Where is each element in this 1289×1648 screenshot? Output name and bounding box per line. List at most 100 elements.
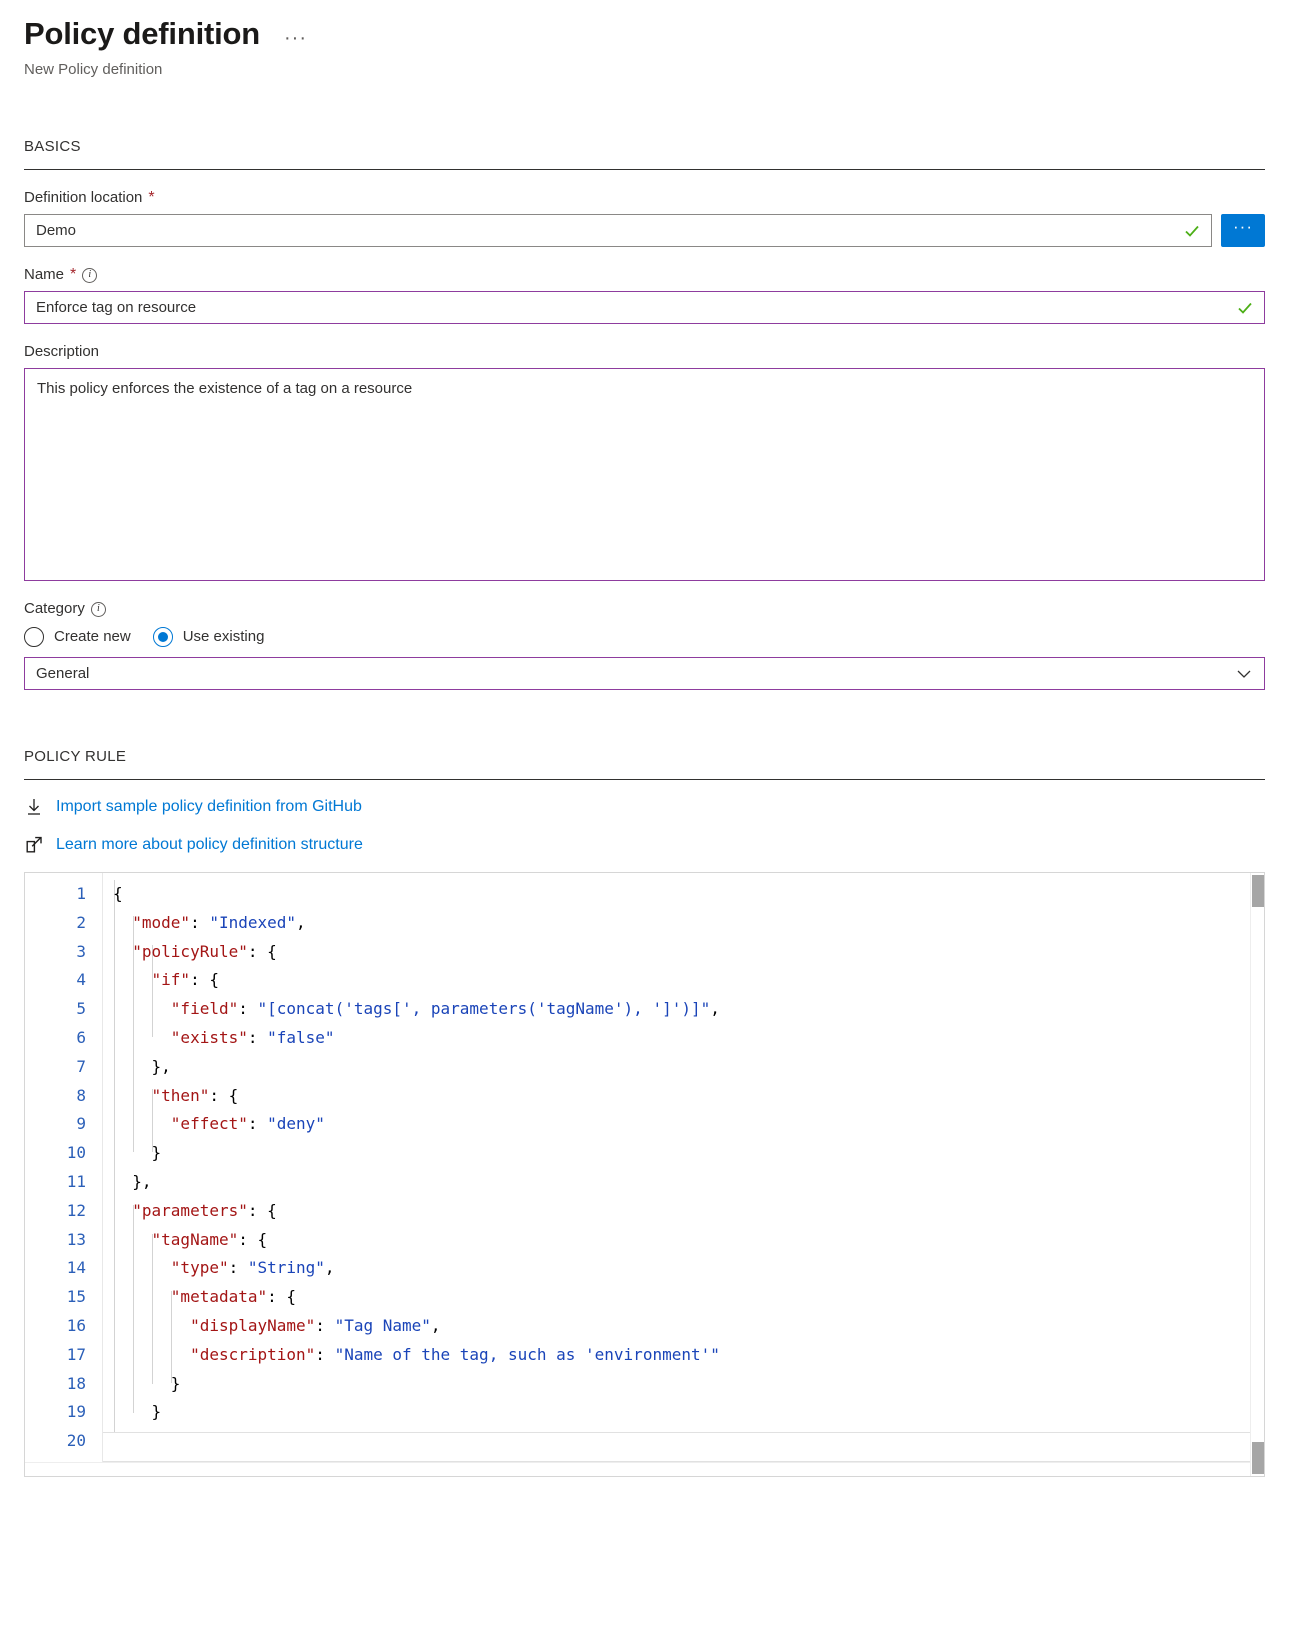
category-selected-value: General	[36, 665, 90, 682]
code-line[interactable]: "policyRule": {	[113, 938, 1264, 967]
code-line[interactable]: "mode": "Indexed",	[113, 909, 1264, 938]
definition-location-label: Definition location	[24, 189, 143, 206]
code-line[interactable]: "if": {	[113, 966, 1264, 995]
code-token: "Name of the tag, such as 'environment'"	[334, 1344, 720, 1364]
line-number: 20	[66, 1431, 86, 1451]
editor-current-line-highlight	[103, 1432, 1250, 1462]
editor-horizontal-scrollbar[interactable]	[25, 1462, 1250, 1476]
code-token: "exists"	[170, 1027, 248, 1047]
name-label: Name	[24, 266, 65, 283]
code-token: "then"	[151, 1085, 210, 1105]
definition-location-field: Definition location * Demo ···	[24, 188, 1265, 247]
description-label-row: Description	[24, 342, 1265, 362]
code-line[interactable]: }	[113, 1398, 1264, 1427]
code-token: ,	[710, 999, 720, 1019]
more-options-button[interactable]: ···	[280, 28, 311, 48]
line-number: 14	[66, 1258, 86, 1278]
name-label-row: Name * i	[24, 265, 1265, 285]
code-token: "type"	[170, 1258, 229, 1278]
code-token: "String"	[247, 1258, 325, 1278]
category-select[interactable]: General	[24, 657, 1265, 690]
learn-more-label: Learn more about policy definition struc…	[56, 836, 363, 853]
definition-location-input[interactable]: Demo	[24, 214, 1212, 247]
scrollbar-thumb-bottom[interactable]	[1252, 1442, 1264, 1474]
required-asterisk: *	[70, 266, 77, 283]
code-token: "tagName"	[151, 1229, 239, 1249]
code-token: : {	[267, 1287, 297, 1307]
form-body: BASICS Definition location * Demo ··· Na…	[0, 138, 1289, 1477]
code-line[interactable]: "then": {	[113, 1082, 1264, 1111]
code-line[interactable]: {	[113, 880, 1264, 909]
radio-label: Use existing	[182, 628, 265, 645]
policy-rule-divider	[24, 779, 1265, 780]
line-number: 5	[76, 999, 86, 1019]
line-number: 11	[66, 1171, 86, 1191]
info-icon[interactable]: i	[90, 601, 106, 617]
browse-definition-location-button[interactable]: ···	[1221, 214, 1265, 247]
code-line[interactable]: "displayName": "Tag Name",	[113, 1312, 1264, 1341]
scrollbar-thumb-top[interactable]	[1252, 875, 1264, 907]
code-token: "parameters"	[132, 1200, 248, 1220]
title-row: Policy definition ···	[24, 14, 1289, 54]
code-token: "Indexed"	[209, 912, 297, 932]
code-line[interactable]: "field": "[concat('tags[', parameters('t…	[113, 995, 1264, 1024]
code-line[interactable]: }	[113, 1139, 1264, 1168]
code-token: : {	[190, 970, 219, 990]
required-asterisk: *	[148, 189, 155, 206]
line-number: 19	[66, 1402, 86, 1422]
line-number: 7	[76, 1056, 86, 1076]
description-textarea[interactable]: This policy enforces the existence of a …	[24, 368, 1265, 581]
line-number: 3	[76, 941, 86, 961]
line-number: 9	[76, 1114, 86, 1134]
code-line[interactable]: },	[113, 1053, 1264, 1082]
code-line[interactable]: "metadata": {	[113, 1283, 1264, 1312]
code-line[interactable]: "effect": "deny"	[113, 1110, 1264, 1139]
check-icon	[1185, 225, 1199, 237]
info-icon[interactable]: i	[82, 267, 98, 283]
radio-option-use-existing[interactable]: Use existing	[152, 627, 265, 647]
code-line[interactable]: "exists": "false"	[113, 1024, 1264, 1053]
import-sample-policy-link[interactable]: Import sample policy definition from Git…	[24, 796, 1265, 818]
name-input[interactable]: Enforce tag on resource	[24, 291, 1265, 324]
radio-indicator	[152, 627, 173, 647]
code-line[interactable]: },	[113, 1168, 1264, 1197]
code-token: "metadata"	[170, 1287, 268, 1307]
code-token: : {	[247, 1200, 277, 1220]
code-line[interactable]: "type": "String",	[113, 1254, 1264, 1283]
learn-more-link[interactable]: Learn more about policy definition struc…	[24, 834, 1265, 856]
code-token: :	[315, 1315, 335, 1335]
definition-location-input-row: Demo ···	[24, 214, 1265, 247]
code-line[interactable]: }	[113, 1370, 1264, 1399]
editor-vertical-scrollbar[interactable]	[1250, 873, 1264, 1476]
page-subtitle: New Policy definition	[24, 61, 163, 78]
editor-code-area[interactable]: { "mode": "Indexed", "policyRule": { "if…	[103, 873, 1264, 1476]
code-line[interactable]: "tagName": {	[113, 1226, 1264, 1255]
radio-indicator	[24, 627, 44, 647]
page-header: Policy definition ··· New Policy definit…	[0, 0, 1289, 80]
code-token: "effect"	[170, 1114, 248, 1134]
name-value: Enforce tag on resource	[36, 298, 197, 316]
code-token: ,	[324, 1258, 335, 1278]
radio-option-create-new[interactable]: Create new	[24, 627, 131, 647]
line-number: 1	[76, 884, 86, 903]
code-token: :	[247, 1114, 268, 1134]
code-token: : {	[247, 941, 277, 961]
policy-rule-code-editor[interactable]: 123456789101112131415161718192021 { "mod…	[24, 872, 1265, 1477]
code-token: "policyRule"	[132, 941, 248, 961]
code-token: },	[113, 1056, 171, 1076]
code-line[interactable]: "description": "Name of the tag, such as…	[113, 1341, 1264, 1370]
code-token: : {	[238, 1229, 268, 1249]
line-number: 4	[76, 970, 86, 990]
policy-definition-page: Policy definition ··· New Policy definit…	[0, 0, 1289, 1477]
editor-line-number-gutter: 123456789101112131415161718192021	[25, 873, 103, 1476]
code-line[interactable]: "parameters": {	[113, 1197, 1264, 1226]
line-number: 17	[66, 1344, 86, 1364]
category-label-row: Category i	[24, 599, 1265, 619]
